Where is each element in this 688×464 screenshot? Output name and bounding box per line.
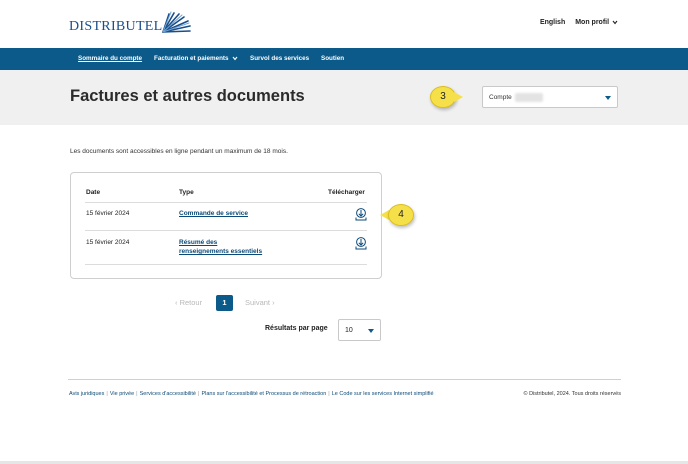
download-icon[interactable]	[355, 208, 367, 221]
logo-text: DISTRIBUTEL	[69, 19, 163, 34]
page-header: Factures et autres documents 3 Compte	[0, 70, 688, 125]
logo-sunburst-icon	[161, 11, 191, 33]
account-select-label: Compte	[489, 94, 512, 101]
chevron-down-icon	[612, 20, 618, 25]
footer-separator: |	[328, 391, 330, 397]
footer-links: Avis juridiques | Vie privée | Services d'ac…	[69, 391, 434, 397]
account-select[interactable]: Compte	[482, 86, 618, 108]
nav-item-support[interactable]: Soutien	[321, 55, 344, 62]
results-per-page-label: Résultats par page	[265, 325, 328, 332]
main-nav: Sommaire du compte Facturation et paieme…	[0, 48, 688, 70]
results-per-page-value: 10	[345, 327, 353, 334]
document-link-line2: renseignements essentiels	[179, 248, 263, 255]
results-per-page-select[interactable]: 10	[338, 319, 381, 341]
footer-separator: |	[136, 391, 138, 397]
callout-3: 3	[430, 86, 464, 108]
retention-info-text: Les documents sont accessibles en ligne …	[70, 148, 288, 155]
table-divider	[85, 202, 367, 203]
page-title: Factures et autres documents	[70, 87, 305, 105]
dropdown-caret-icon	[368, 329, 374, 333]
document-link[interactable]: Commande de service	[179, 209, 248, 218]
dropdown-caret-icon	[605, 96, 611, 100]
table-divider	[85, 230, 367, 231]
download-icon[interactable]	[355, 237, 367, 250]
account-number-redacted	[515, 93, 543, 102]
footer-link-accessibility-services[interactable]: Services d'accessibilité	[140, 391, 196, 397]
table-divider	[85, 264, 367, 265]
utility-links: English Mon profil	[540, 19, 618, 26]
column-header-type: Type	[179, 189, 194, 196]
chevron-down-icon	[232, 56, 238, 61]
top-bar: DISTRIBUTEL English Mon profil	[0, 0, 688, 48]
copyright-text: © Distributel, 2024. Tous droits réservé…	[523, 391, 622, 397]
profile-menu[interactable]: Mon profil	[575, 19, 618, 26]
nav-item-billing-label: Facturation et paiements	[154, 55, 229, 62]
footer-separator: |	[106, 391, 108, 397]
pagination: ‹ Retour 1 Suivant ›	[0, 295, 688, 311]
callout-number: 4	[398, 209, 404, 220]
footer-link-legal[interactable]: Avis juridiques	[69, 391, 104, 397]
nav-item-account-summary[interactable]: Sommaire du compte	[78, 55, 142, 62]
language-link[interactable]: English	[540, 19, 565, 26]
pagination-prev[interactable]: ‹ Retour	[175, 298, 202, 307]
pagination-next[interactable]: Suivant ›	[245, 298, 275, 307]
footer-link-privacy[interactable]: Vie privée	[110, 391, 134, 397]
nav-item-billing[interactable]: Facturation et paiements	[154, 55, 238, 62]
document-link[interactable]: Résumé des renseignements essentiels	[179, 238, 262, 256]
callout-4: 4	[380, 204, 422, 226]
nav-item-services[interactable]: Survol des services	[250, 55, 309, 62]
row-date: 15 février 2024	[86, 239, 130, 246]
footer-link-accessibility-plans[interactable]: Plans sur l'accessibilité et Processus d…	[201, 391, 326, 397]
column-header-download: Télécharger	[328, 189, 365, 196]
footer-divider	[68, 379, 621, 380]
footer-link-internet-code[interactable]: Le Code sur les services Internet simpli…	[332, 391, 434, 397]
document-link-line1: Résumé des	[179, 239, 218, 246]
callout-number: 3	[440, 91, 446, 102]
footer-separator: |	[198, 391, 200, 397]
profile-link-label: Mon profil	[575, 19, 610, 26]
row-date: 15 février 2024	[86, 210, 130, 217]
documents-table: Date Type Télécharger 15 février 2024 Co…	[70, 172, 382, 279]
pagination-page-current[interactable]: 1	[216, 295, 233, 311]
column-header-date: Date	[86, 189, 101, 196]
distributel-logo[interactable]: DISTRIBUTEL	[69, 10, 193, 36]
